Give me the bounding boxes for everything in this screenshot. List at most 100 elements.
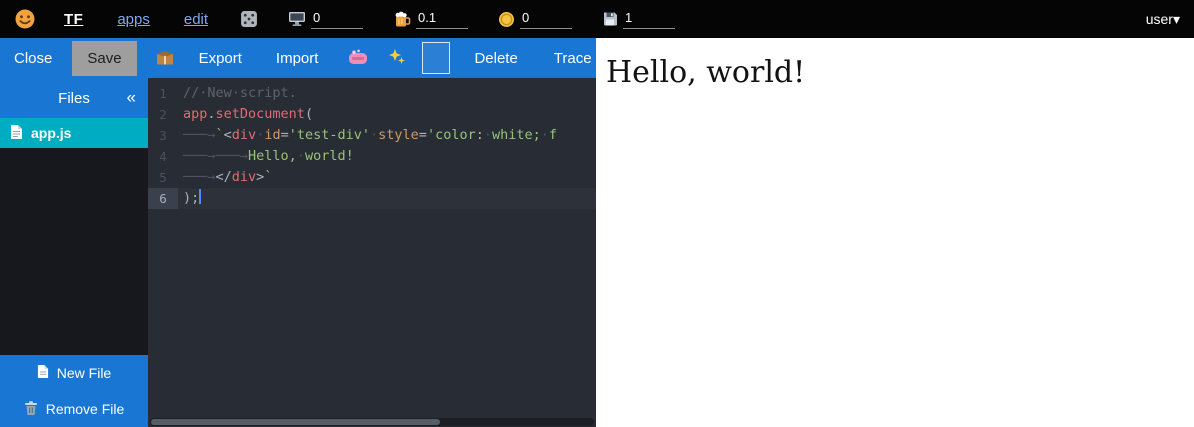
gutter-line-number: 3 [148,125,178,146]
code-line[interactable]: //·New·script. [178,83,596,104]
code-token: ` [216,127,224,143]
code-token: = [281,127,289,143]
code-token: setDocument [216,106,305,122]
code-token: ───→ [216,148,249,164]
dice-icon[interactable] [240,10,258,28]
user-menu[interactable]: user▾ [1146,11,1180,28]
code-token: ───→ [183,169,216,185]
code-token: div [232,169,256,185]
code-line[interactable]: app.setDocument( [178,104,596,125]
code-line[interactable]: ───→</div>` [178,167,596,188]
sparkles-icon [388,48,406,69]
code-token: f [549,127,557,143]
beer-icon [393,10,411,28]
code-editor[interactable]: 123456 //·New·script. app.setDocument( ───… [148,78,596,427]
toolbar: Close Save Export Import Delete Tr [0,38,596,78]
code-token: ); [183,190,199,206]
stat-monitor [288,10,363,29]
stat-floppy [602,10,675,29]
command-input[interactable] [422,42,450,74]
workspace: Files « app.js New File [0,78,596,427]
gutter-line-number: 6 [148,188,178,209]
topbar: TF apps edit user▾ [0,0,1194,38]
delete-button[interactable]: Delete [464,44,527,73]
code-token: 'color: [427,127,484,143]
code-token: ───→ [183,127,216,143]
code-token: white; [492,127,541,143]
code-token: world! [305,148,354,164]
code-token: 'test-div' [289,127,370,143]
remove-file-label: Remove File [46,401,125,417]
remove-file-button[interactable]: Remove File [0,391,148,427]
code-line[interactable]: ───→`<div·id='test-div'·style='color:·wh… [178,125,596,146]
code-token: · [484,127,492,143]
code-token: · [297,148,305,164]
editor-gutter: 123456 [148,83,178,427]
stat-coin [498,10,572,29]
code-token: ───→ [183,148,216,164]
floppy-stat-input[interactable] [623,10,675,29]
ide-panel: Close Save Export Import Delete Tr [0,38,596,427]
file-item-appjs[interactable]: app.js [0,118,148,148]
code-token: · [541,127,549,143]
code-token: app [183,106,207,122]
trash-icon [24,400,38,419]
package-button[interactable] [149,44,181,73]
nav-link-edit[interactable]: edit [184,11,208,28]
files-header: Files « [0,78,148,118]
file-icon [10,124,23,143]
floppy-icon [602,11,618,27]
export-button[interactable]: Export [189,44,252,73]
smiley-icon[interactable] [14,8,36,30]
save-button[interactable]: Save [72,41,136,76]
gutter-line-number: 4 [148,146,178,167]
collapse-sidebar-button[interactable]: « [127,88,136,108]
code-token: //·New·script. [183,85,297,101]
code-token: div [232,127,256,143]
sidebar-actions: New File Remove File [0,355,148,427]
code-line[interactable]: ───→───→Hello,·world! [178,146,596,167]
new-file-button[interactable]: New File [0,355,148,391]
sparkles-button[interactable] [382,44,412,73]
code-token: ( [305,106,313,122]
monitor-stat-input[interactable] [311,10,363,29]
file-name: app.js [31,125,71,141]
code-token: = [419,127,427,143]
coin-stat-input[interactable] [520,10,572,29]
scrollbar-thumb[interactable] [151,419,440,425]
code-line[interactable]: ); [178,188,596,209]
files-sidebar: Files « app.js New File [0,78,148,427]
coin-icon [498,11,515,28]
beer-stat-input[interactable] [416,10,468,29]
code-token: ` [264,169,272,185]
code-token: style [378,127,419,143]
gutter-line-number: 5 [148,167,178,188]
editor-code: //·New·script.app.setDocument(───→`<div·… [178,83,596,427]
stat-beer [393,10,468,29]
gutter-line-number: 2 [148,104,178,125]
code-token: </ [216,169,232,185]
code-token: id [264,127,280,143]
new-file-icon [37,364,49,382]
soap-button[interactable] [342,45,374,72]
gutter-line-number: 1 [148,83,178,104]
close-button[interactable]: Close [4,44,62,73]
text-cursor [199,189,201,204]
code-token: . [207,106,215,122]
nav-link-apps[interactable]: apps [117,11,150,28]
new-file-label: New File [57,365,111,381]
code-token: Hello, [248,148,297,164]
trace-button[interactable]: Trace [544,44,602,73]
editor-horizontal-scrollbar[interactable] [150,418,594,426]
brand-link[interactable]: TF [64,11,83,28]
preview-text: Hello, world! [606,55,1194,90]
code-token: < [224,127,232,143]
soap-icon [348,49,368,68]
package-icon [155,48,175,69]
import-button[interactable]: Import [266,44,329,73]
monitor-icon [288,11,306,27]
code-token: · [370,127,378,143]
file-list-empty-area [0,148,148,355]
main-row: Close Save Export Import Delete Tr [0,38,1194,427]
files-header-label: Files [58,90,90,107]
